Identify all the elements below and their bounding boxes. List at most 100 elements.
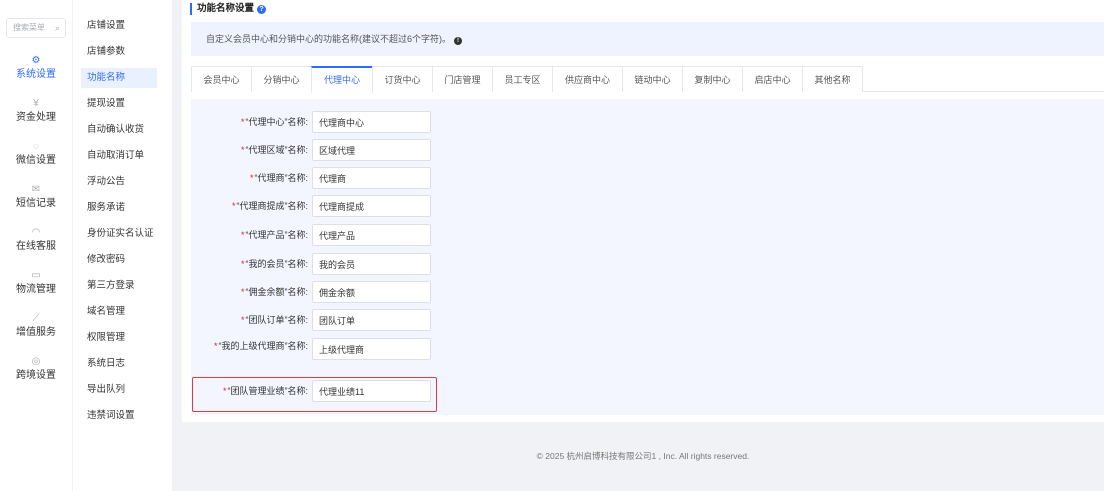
search-icon: ⌕: [54, 23, 60, 33]
chart-icon: ⟋: [32, 313, 40, 324]
tab-distribution-center[interactable]: 分销中心: [251, 66, 312, 92]
icon-rail: 搜索菜单 ⌕ ⚙ 系统设置 ¥ 资金处理 ◌ 微信设置 ✉ 短信记录 ◠ 在线客…: [0, 0, 72, 491]
required-mark: *: [240, 315, 245, 325]
help-icon[interactable]: ?: [257, 5, 267, 14]
notice-text: 自定义会员中心和分销中心的功能名称(建议不超过6个字符)。: [206, 34, 452, 44]
required-mark: *: [240, 230, 245, 240]
field-label: *“代理区域”名称:: [191, 139, 308, 161]
commission-balance-name-input[interactable]: [312, 281, 431, 303]
submenu-item-floating-notice[interactable]: 浮动公告: [81, 172, 157, 192]
my-members-name-input[interactable]: [312, 253, 431, 275]
rail-item-label: 微信设置: [16, 155, 56, 166]
field-label: *“我的会员”名称:: [191, 253, 308, 275]
submenu-item-export-queue[interactable]: 导出队列: [81, 380, 157, 400]
field-label: *“佣金余额”名称:: [191, 281, 308, 303]
info-icon: !: [454, 37, 463, 45]
field-label-text: “代理区域”名称:: [245, 145, 309, 155]
field-label: *“代理商提成”名称:: [191, 195, 308, 217]
submenu-item-id-verification[interactable]: 身份证实名认证: [81, 224, 157, 244]
rail-item-label: 短信记录: [16, 198, 56, 209]
submenu-item-banned-words[interactable]: 违禁词设置: [81, 406, 157, 426]
settings-submenu: 店铺设置 店铺参数 功能名称 提现设置 自动确认收货 自动取消订单 浮动公告 服…: [72, 0, 172, 491]
required-mark: *: [231, 201, 236, 211]
tab-staff-zone[interactable]: 员工专区: [492, 66, 553, 92]
tab-order-center[interactable]: 订货中心: [372, 66, 433, 92]
field-label: *“我的上级代理商”名称:: [211, 340, 308, 353]
rail-item-system-settings[interactable]: ⚙ 系统设置: [0, 54, 72, 82]
wechat-icon: ◌: [33, 141, 39, 152]
field-label-text: “代理产品”名称:: [245, 230, 309, 240]
field-label-text: “佣金余额”名称:: [245, 287, 309, 297]
headset-icon: ◠: [31, 227, 41, 238]
field-label: *“团队订单”名称:: [191, 309, 308, 331]
footer-copyright: © 2025 杭州启博科技有限公司1 , Inc. All rights res…: [536, 451, 750, 461]
tab-copy-center[interactable]: 复制中心: [682, 66, 743, 92]
globe-icon: ◎: [31, 356, 41, 367]
section-title: 功能名称设置?: [190, 3, 267, 15]
tab-supplier-center[interactable]: 供应商中心: [552, 66, 623, 92]
menu-search-placeholder: 搜索菜单: [13, 23, 45, 32]
field-label-text: “我的上级代理商”名称:: [218, 341, 309, 351]
required-mark: *: [249, 173, 254, 183]
field-label-text: “团队订单”名称:: [245, 315, 309, 325]
submenu-item-auto-cancel[interactable]: 自动取消订单: [81, 146, 157, 166]
money-icon: ¥: [33, 98, 39, 109]
agent-name-input[interactable]: [312, 167, 431, 189]
submenu-item-store-params[interactable]: 店铺参数: [81, 42, 157, 62]
submenu-item-auto-confirm[interactable]: 自动确认收货: [81, 120, 157, 140]
agent-region-name-input[interactable]: [312, 139, 431, 161]
submenu-item-service-promise[interactable]: 服务承诺: [81, 198, 157, 218]
rail-item-funds[interactable]: ¥ 资金处理: [0, 97, 72, 125]
superior-agent-name-input[interactable]: [312, 338, 431, 360]
agent-commission-name-input[interactable]: [312, 195, 431, 217]
agent-center-name-input[interactable]: [312, 111, 431, 133]
center-tabs: 会员中心 分销中心 代理中心 订货中心 门店管理 员工专区 供应商中心 链动中心…: [191, 66, 1104, 93]
gear-icon: ⚙: [31, 55, 41, 66]
rail-item-customer-service[interactable]: ◠ 在线客服: [0, 226, 72, 254]
rail-item-logistics[interactable]: ▭ 物流管理: [0, 269, 72, 297]
rail-item-label: 物流管理: [16, 284, 56, 295]
rail-item-label: 在线客服: [16, 241, 56, 252]
agent-products-name-input[interactable]: [312, 224, 431, 246]
required-mark: *: [240, 259, 245, 269]
field-label-text: “代理商提成”名称:: [236, 201, 309, 211]
submenu-item-withdraw[interactable]: 提现设置: [81, 94, 157, 114]
mail-icon: ✉: [31, 184, 41, 195]
rail-item-label: 跨境设置: [16, 370, 56, 381]
rail-item-wechat[interactable]: ◌ 微信设置: [0, 140, 72, 168]
submenu-item-system-log[interactable]: 系统日志: [81, 354, 157, 374]
field-label: *“代理商”名称:: [191, 167, 308, 189]
required-mark: *: [240, 117, 245, 127]
rail-item-cross-border[interactable]: ◎ 跨境设置: [0, 355, 72, 383]
field-label-text: “代理商”名称:: [254, 173, 309, 183]
required-mark: *: [240, 145, 245, 155]
submenu-item-store-settings[interactable]: 店铺设置: [81, 16, 157, 36]
rail-item-label: 增值服务: [16, 327, 56, 338]
tab-chain-center[interactable]: 链动中心: [622, 66, 683, 92]
submenu-item-feature-names[interactable]: 功能名称: [81, 68, 157, 88]
required-mark: *: [213, 341, 218, 351]
field-label: *“代理产品”名称:: [191, 224, 308, 246]
menu-search-input[interactable]: 搜索菜单 ⌕: [6, 18, 66, 38]
tab-store-management[interactable]: 门店管理: [432, 66, 493, 92]
main-content: 功能名称设置? 自定义会员中心和分销中心的功能名称(建议不超过6个字符)。! 会…: [182, 0, 1104, 491]
rail-item-value-added[interactable]: ⟋ 增值服务: [0, 312, 72, 340]
agent-center-form: *“代理中心”名称: *“代理区域”名称: *“代理商”名称: *“代理商提成”…: [191, 99, 1104, 415]
app-root: 搜索菜单 ⌕ ⚙ 系统设置 ¥ 资金处理 ◌ 微信设置 ✉ 短信记录 ◠ 在线客…: [0, 0, 1104, 491]
submenu-item-change-password[interactable]: 修改密码: [81, 250, 157, 270]
highlight-box: [192, 377, 437, 412]
tab-agent-center[interactable]: 代理中心: [311, 66, 373, 93]
tab-other-names[interactable]: 其他名称: [802, 66, 863, 92]
submenu-item-third-party-login[interactable]: 第三方登录: [81, 276, 157, 296]
section-title-text: 功能名称设置: [197, 3, 255, 14]
field-label-text: “我的会员”名称:: [245, 259, 309, 269]
submenu-item-permissions[interactable]: 权限管理: [81, 328, 157, 348]
rail-item-sms[interactable]: ✉ 短信记录: [0, 183, 72, 211]
field-label-text: “代理中心”名称:: [245, 117, 309, 127]
truck-icon: ▭: [31, 270, 41, 281]
submenu-item-domain[interactable]: 域名管理: [81, 302, 157, 322]
field-label: *“代理中心”名称:: [191, 111, 308, 133]
team-orders-name-input[interactable]: [312, 309, 431, 331]
tab-launch-center[interactable]: 启店中心: [742, 66, 803, 92]
tab-member-center[interactable]: 会员中心: [191, 66, 252, 92]
